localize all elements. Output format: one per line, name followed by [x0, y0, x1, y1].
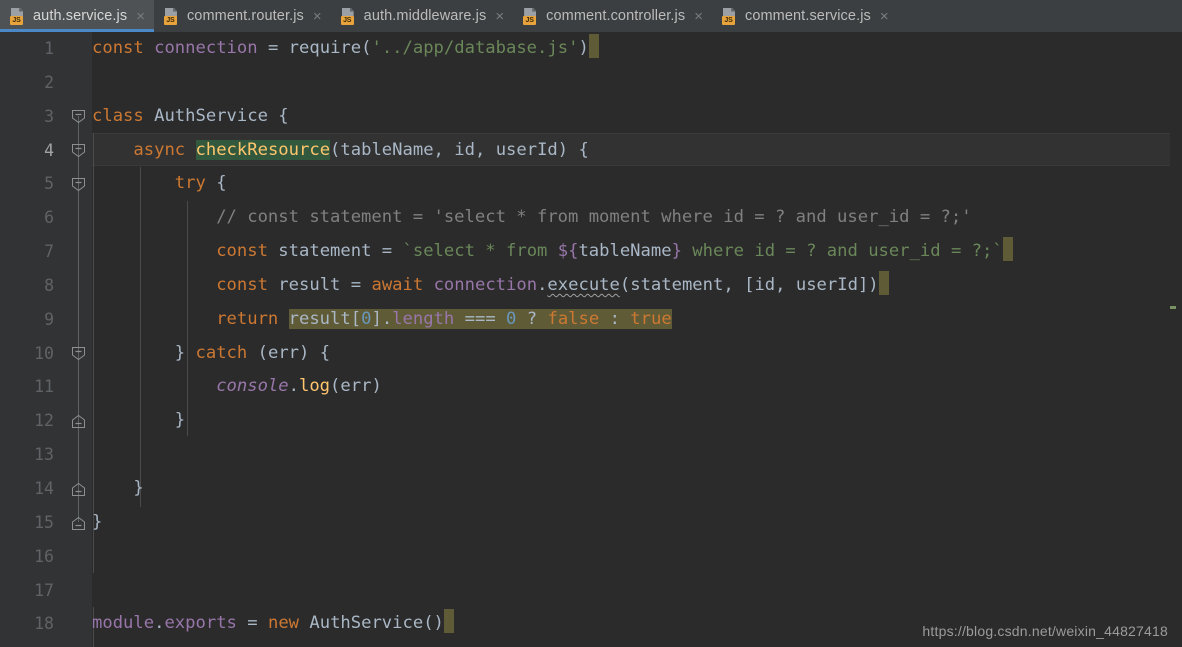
tab-comment-router-js[interactable]: JS comment.router.js × — [153, 0, 331, 32]
code-text-area[interactable]: const connection = require('../app/datab… — [92, 32, 1182, 647]
line-number: 10 — [34, 343, 54, 363]
text-caret — [443, 609, 454, 634]
code-line[interactable]: console.log(err) — [92, 370, 1182, 404]
js-badge-label: JS — [721, 15, 735, 25]
line-number: 6 — [44, 208, 54, 228]
close-icon[interactable]: × — [878, 9, 889, 24]
code-line[interactable]: } — [92, 404, 1182, 438]
code-line[interactable] — [92, 66, 1182, 100]
text-caret — [1002, 237, 1013, 262]
js-file-icon: JS — [10, 7, 26, 25]
highlighted-identifier: checkResource — [195, 139, 331, 160]
editor-gutter[interactable]: 1 2 3 4 5 6 7 8 9 10 11 12 13 14 15 16 1… — [0, 32, 92, 647]
js-file-icon: JS — [523, 7, 539, 25]
warning-marker[interactable] — [1170, 306, 1176, 309]
code-line[interactable]: } — [92, 472, 1182, 506]
text-caret — [588, 34, 599, 58]
tab-label: auth.middleware.js — [363, 8, 487, 24]
js-badge-label: JS — [523, 15, 537, 25]
js-file-icon: JS — [721, 7, 738, 25]
line-number: 11 — [34, 377, 54, 397]
line-number: 2 — [44, 72, 54, 92]
close-icon[interactable]: × — [134, 9, 145, 24]
code-line[interactable]: // const statement = 'select * from mome… — [92, 201, 1182, 235]
code-line[interactable]: async checkResource(tableName, id, userI… — [92, 134, 1182, 168]
line-number: 7 — [44, 242, 54, 262]
line-number: 12 — [34, 411, 54, 431]
line-number: 9 — [44, 309, 54, 329]
line-number: 15 — [34, 512, 54, 532]
tab-comment-service-js[interactable]: JS comment.service.js × — [711, 0, 898, 32]
code-line[interactable]: return result[0].length === 0 ? false : … — [92, 303, 1182, 337]
line-number: 17 — [34, 580, 54, 600]
code-line[interactable] — [92, 574, 1182, 608]
code-line[interactable] — [92, 438, 1182, 472]
tab-label: auth.service.js — [33, 8, 128, 24]
editor-marker-bar[interactable] — [1170, 32, 1182, 647]
fold-toggle-icon[interactable] — [71, 177, 86, 192]
js-badge-label: JS — [340, 15, 354, 25]
close-icon[interactable]: × — [311, 9, 322, 24]
close-icon[interactable]: × — [692, 9, 703, 24]
line-number: 3 — [44, 106, 54, 126]
code-line[interactable] — [92, 540, 1182, 574]
code-line[interactable]: } catch (err) { — [92, 337, 1182, 371]
tab-auth-middleware-js[interactable]: JS auth.middleware.js × — [330, 0, 514, 32]
line-number: 13 — [34, 445, 54, 465]
text-selection: result[0].length === 0 ? false : true — [288, 308, 672, 329]
js-file-icon: JS — [163, 7, 180, 25]
line-number: 8 — [44, 275, 54, 295]
tab-comment-controller-js[interactable]: JS comment.controller.js × — [513, 0, 712, 32]
tab-label: comment.router.js — [186, 8, 304, 24]
line-number: 5 — [44, 174, 54, 194]
close-icon[interactable]: × — [493, 9, 504, 24]
js-badge-label: JS — [10, 15, 23, 25]
line-number-column: 1 2 3 4 5 6 7 8 9 10 11 12 13 14 15 16 1… — [0, 32, 62, 641]
fold-toggle-icon[interactable] — [71, 516, 86, 531]
text-caret — [878, 270, 889, 295]
code-line[interactable]: try { — [92, 167, 1182, 201]
fold-toggle-icon[interactable] — [71, 109, 86, 124]
line-number: 1 — [44, 39, 54, 58]
fold-toggle-icon[interactable] — [71, 414, 86, 429]
code-folding-column[interactable] — [66, 32, 92, 647]
line-number: 16 — [34, 546, 54, 566]
code-editor[interactable]: 1 2 3 4 5 6 7 8 9 10 11 12 13 14 15 16 1… — [0, 32, 1182, 647]
code-line[interactable]: class AuthService { — [92, 100, 1182, 134]
watermark-text: https://blog.csdn.net/weixin_44827418 — [922, 623, 1168, 639]
tab-auth-service-js[interactable]: JS auth.service.js × — [0, 0, 154, 32]
line-number: 4 — [44, 140, 54, 160]
js-file-icon: JS — [340, 7, 357, 25]
tab-label: comment.controller.js — [546, 8, 686, 24]
code-line[interactable]: const connection = require('../app/datab… — [92, 32, 1182, 66]
fold-toggle-icon[interactable] — [71, 346, 86, 361]
line-number: 14 — [34, 478, 54, 498]
code-line[interactable]: } — [92, 506, 1182, 540]
code-line[interactable]: const result = await connection.execute(… — [92, 269, 1182, 303]
warning-token: execute — [547, 274, 620, 295]
tab-label: comment.service.js — [744, 8, 871, 24]
js-badge-label: JS — [163, 15, 177, 25]
fold-toggle-icon[interactable] — [71, 482, 86, 497]
editor-tab-bar: JS auth.service.js × JS comment.router.j… — [0, 0, 1182, 32]
code-line[interactable]: const statement = `select * from ${table… — [92, 235, 1182, 269]
fold-toggle-icon[interactable] — [71, 143, 86, 158]
line-number: 18 — [34, 614, 54, 634]
